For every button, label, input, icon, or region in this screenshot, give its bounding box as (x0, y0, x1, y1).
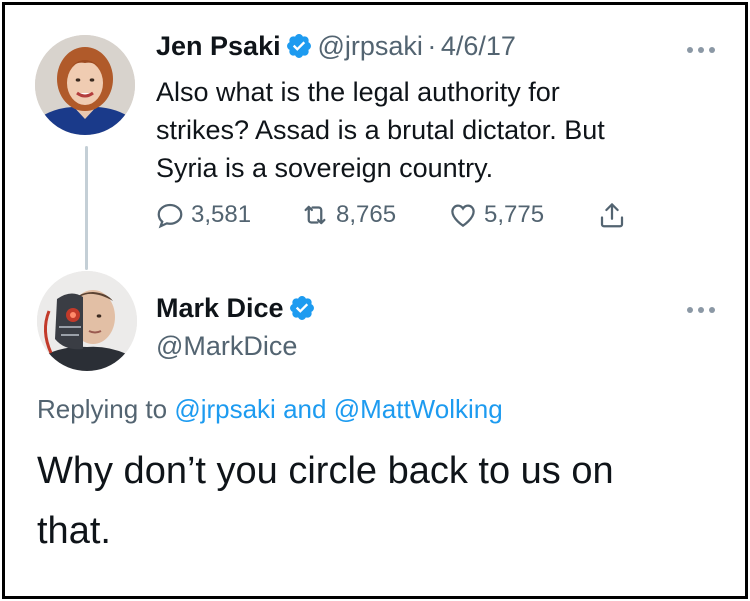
retweet-count: 8,765 (336, 201, 397, 228)
tweet1-header: Jen Psaki @jrpsaki · 4/6/17 (156, 31, 516, 62)
tweet-text-line: Why don’t you circle back to us on (37, 450, 614, 492)
like-count: 5,775 (484, 201, 545, 228)
avatar-mark-dice[interactable] (37, 271, 137, 371)
tweet2-text: Why don’t you circle back to us on that. (37, 441, 727, 561)
retweet-icon (304, 205, 326, 225)
share-button[interactable] (597, 200, 627, 230)
author-handle[interactable]: @MarkDice (156, 331, 297, 362)
more-dots-icon[interactable] (687, 307, 715, 313)
tweet-thread-card: Jen Psaki @jrpsaki · 4/6/17 Also what is… (2, 2, 748, 599)
reply-button[interactable]: 3,581 (155, 200, 251, 230)
heart-icon (451, 204, 475, 227)
portrait-image (37, 271, 137, 371)
portrait-image (35, 35, 135, 135)
author-handle[interactable]: @jrpsaki (318, 31, 423, 61)
author-name[interactable]: Mark Dice (156, 293, 284, 323)
reply-icon (157, 203, 183, 229)
tweet2-header: Mark Dice (156, 293, 316, 324)
mention-link[interactable]: @jrpsaki (174, 394, 276, 424)
author-name[interactable]: Jen Psaki (156, 31, 281, 61)
avatar-jen-psaki[interactable] (35, 35, 135, 135)
replying-and: and (283, 394, 327, 424)
tweet-text-line: Also what is the legal authority for (156, 77, 560, 107)
tweet-text-line: that. (37, 510, 111, 552)
reply-count: 3,581 (191, 201, 252, 228)
replying-to-label: Replying to (37, 394, 168, 424)
verified-badge-icon (287, 34, 312, 58)
like-button[interactable]: 5,775 (448, 200, 544, 230)
replying-to-line: Replying to @jrpsaki and @MattWolking (37, 394, 503, 425)
share-icon (600, 203, 624, 228)
tweet1-text: Also what is the legal authority for str… (156, 73, 726, 187)
mention-link[interactable]: @MattWolking (334, 394, 503, 424)
more-dots-icon[interactable] (687, 47, 715, 53)
date-separator: · (427, 31, 437, 61)
verified-badge-icon (290, 296, 314, 320)
retweet-button[interactable]: 8,765 (300, 200, 396, 230)
tweet-text-line: strikes? Assad is a brutal dictator. But (156, 115, 605, 145)
tweet-text-line: Syria is a sovereign country. (156, 153, 494, 183)
tweet-date[interactable]: 4/6/17 (441, 31, 516, 61)
thread-connector-line (85, 146, 88, 270)
